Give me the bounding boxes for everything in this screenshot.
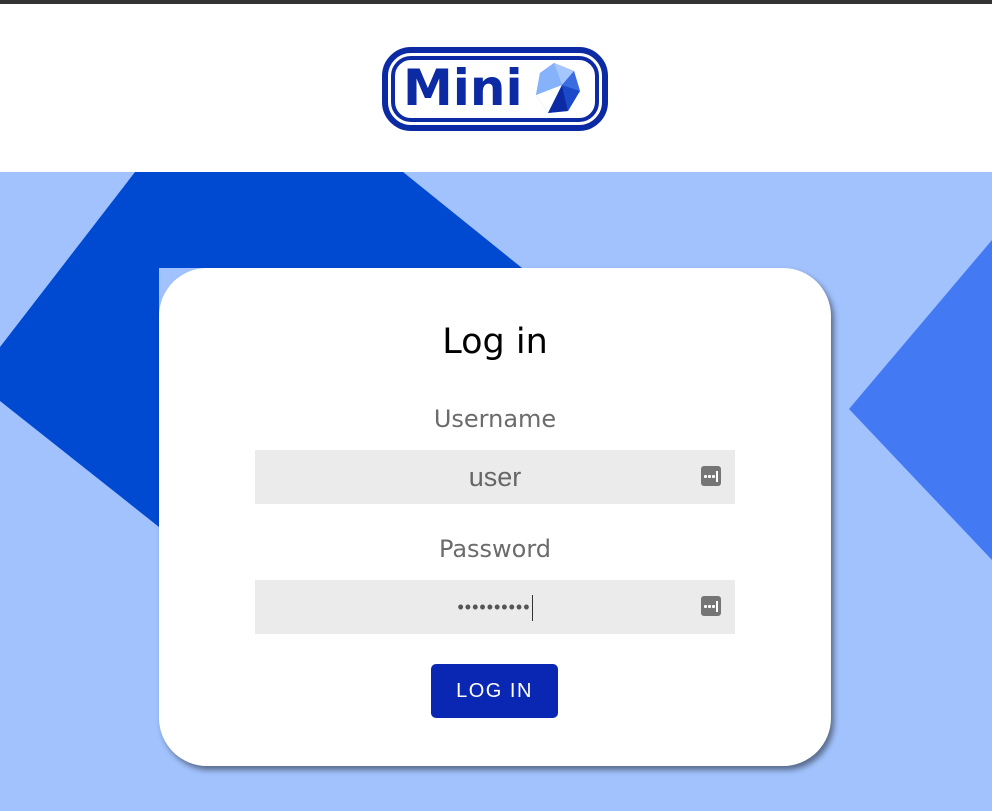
- username-label: Username: [433, 405, 557, 433]
- logo-text: Mini: [403, 59, 523, 117]
- password-mask: ••••••••••: [457, 597, 531, 617]
- password-label: Password: [438, 535, 552, 563]
- logo: Mini: [382, 47, 608, 131]
- header: Mini: [0, 4, 992, 172]
- login-title: Log in: [442, 322, 548, 362]
- text-caret: [531, 595, 533, 622]
- login-button[interactable]: LOG IN: [431, 664, 558, 718]
- login-card: Log in Username user Password ••••••••••…: [159, 268, 831, 766]
- key-icon[interactable]: [701, 596, 721, 616]
- username-value: user: [468, 462, 522, 492]
- password-value: ••••••••••: [255, 580, 735, 634]
- login-page-background: Log in Username user Password ••••••••••…: [0, 172, 992, 811]
- mid-blue-diamond-shape: [849, 240, 992, 560]
- username-field[interactable]: user: [255, 450, 735, 504]
- key-icon[interactable]: [701, 466, 721, 486]
- password-field[interactable]: ••••••••••: [255, 580, 735, 634]
